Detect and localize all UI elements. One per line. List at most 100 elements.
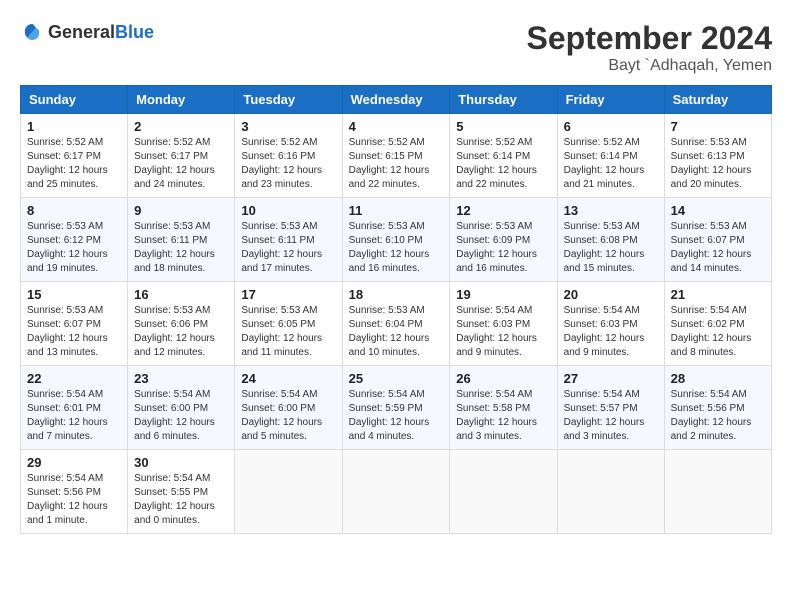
daylight-label: Daylight: 12 hours and 3 minutes. (564, 417, 645, 442)
day-number: 5 (456, 119, 550, 134)
sunset-label: Sunset: 6:05 PM (241, 319, 315, 330)
daylight-label: Daylight: 12 hours and 3 minutes. (456, 417, 537, 442)
daylight-label: Daylight: 12 hours and 20 minutes. (671, 165, 752, 190)
day-number: 3 (241, 119, 335, 134)
calendar-cell: 29 Sunrise: 5:54 AM Sunset: 5:56 PM Dayl… (21, 450, 128, 534)
day-number: 25 (349, 371, 444, 386)
sunset-label: Sunset: 6:06 PM (134, 319, 208, 330)
daylight-label: Daylight: 12 hours and 19 minutes. (27, 249, 108, 274)
sunrise-label: Sunrise: 5:52 AM (456, 137, 532, 148)
day-number: 2 (134, 119, 228, 134)
calendar-cell: 21 Sunrise: 5:54 AM Sunset: 6:02 PM Dayl… (664, 282, 771, 366)
daylight-label: Daylight: 12 hours and 25 minutes. (27, 165, 108, 190)
day-info: Sunrise: 5:52 AM Sunset: 6:14 PM Dayligh… (456, 136, 550, 192)
day-info: Sunrise: 5:53 AM Sunset: 6:11 PM Dayligh… (241, 220, 335, 276)
calendar-cell: 27 Sunrise: 5:54 AM Sunset: 5:57 PM Dayl… (557, 366, 664, 450)
sunrise-label: Sunrise: 5:54 AM (134, 389, 210, 400)
sunset-label: Sunset: 6:14 PM (456, 151, 530, 162)
day-number: 13 (564, 203, 658, 218)
sunrise-label: Sunrise: 5:53 AM (134, 221, 210, 232)
sunset-label: Sunset: 5:58 PM (456, 403, 530, 414)
day-info: Sunrise: 5:53 AM Sunset: 6:10 PM Dayligh… (349, 220, 444, 276)
day-info: Sunrise: 5:54 AM Sunset: 5:57 PM Dayligh… (564, 388, 658, 444)
day-number: 29 (27, 455, 121, 470)
day-info: Sunrise: 5:53 AM Sunset: 6:11 PM Dayligh… (134, 220, 228, 276)
day-number: 19 (456, 287, 550, 302)
sunset-label: Sunset: 6:08 PM (564, 235, 638, 246)
sunset-label: Sunset: 6:17 PM (134, 151, 208, 162)
daylight-label: Daylight: 12 hours and 12 minutes. (134, 333, 215, 358)
sunrise-label: Sunrise: 5:53 AM (349, 305, 425, 316)
calendar-cell: 18 Sunrise: 5:53 AM Sunset: 6:04 PM Dayl… (342, 282, 450, 366)
calendar-cell: 10 Sunrise: 5:53 AM Sunset: 6:11 PM Dayl… (235, 198, 342, 282)
month-title: September 2024 (527, 20, 772, 57)
sunrise-label: Sunrise: 5:53 AM (27, 305, 103, 316)
daylight-label: Daylight: 12 hours and 21 minutes. (564, 165, 645, 190)
sunset-label: Sunset: 6:07 PM (671, 235, 745, 246)
calendar-cell: 1 Sunrise: 5:52 AM Sunset: 6:17 PM Dayli… (21, 114, 128, 198)
calendar-table: SundayMondayTuesdayWednesdayThursdayFrid… (20, 85, 772, 534)
day-info: Sunrise: 5:53 AM Sunset: 6:12 PM Dayligh… (27, 220, 121, 276)
sunset-label: Sunset: 6:07 PM (27, 319, 101, 330)
calendar-cell: 19 Sunrise: 5:54 AM Sunset: 6:03 PM Dayl… (450, 282, 557, 366)
weekday-header: Wednesday (342, 86, 450, 114)
calendar-cell (235, 450, 342, 534)
logo-icon (20, 20, 44, 44)
daylight-label: Daylight: 12 hours and 16 minutes. (349, 249, 430, 274)
calendar-cell: 11 Sunrise: 5:53 AM Sunset: 6:10 PM Dayl… (342, 198, 450, 282)
day-info: Sunrise: 5:53 AM Sunset: 6:06 PM Dayligh… (134, 304, 228, 360)
sunrise-label: Sunrise: 5:53 AM (564, 221, 640, 232)
calendar-cell: 2 Sunrise: 5:52 AM Sunset: 6:17 PM Dayli… (128, 114, 235, 198)
day-info: Sunrise: 5:53 AM Sunset: 6:07 PM Dayligh… (27, 304, 121, 360)
day-info: Sunrise: 5:54 AM Sunset: 5:55 PM Dayligh… (134, 472, 228, 528)
day-info: Sunrise: 5:54 AM Sunset: 6:00 PM Dayligh… (241, 388, 335, 444)
sunrise-label: Sunrise: 5:54 AM (456, 389, 532, 400)
weekday-header: Saturday (664, 86, 771, 114)
sunrise-label: Sunrise: 5:52 AM (349, 137, 425, 148)
weekday-header: Sunday (21, 86, 128, 114)
day-info: Sunrise: 5:54 AM Sunset: 6:02 PM Dayligh… (671, 304, 765, 360)
sunrise-label: Sunrise: 5:54 AM (564, 305, 640, 316)
daylight-label: Daylight: 12 hours and 22 minutes. (456, 165, 537, 190)
sunrise-label: Sunrise: 5:54 AM (27, 473, 103, 484)
day-info: Sunrise: 5:52 AM Sunset: 6:17 PM Dayligh… (134, 136, 228, 192)
calendar-cell: 22 Sunrise: 5:54 AM Sunset: 6:01 PM Dayl… (21, 366, 128, 450)
calendar-cell (664, 450, 771, 534)
daylight-label: Daylight: 12 hours and 13 minutes. (27, 333, 108, 358)
day-number: 16 (134, 287, 228, 302)
sunrise-label: Sunrise: 5:52 AM (241, 137, 317, 148)
calendar-cell: 13 Sunrise: 5:53 AM Sunset: 6:08 PM Dayl… (557, 198, 664, 282)
sunrise-label: Sunrise: 5:53 AM (671, 221, 747, 232)
calendar-cell: 7 Sunrise: 5:53 AM Sunset: 6:13 PM Dayli… (664, 114, 771, 198)
calendar-cell: 12 Sunrise: 5:53 AM Sunset: 6:09 PM Dayl… (450, 198, 557, 282)
day-info: Sunrise: 5:53 AM Sunset: 6:13 PM Dayligh… (671, 136, 765, 192)
day-info: Sunrise: 5:52 AM Sunset: 6:16 PM Dayligh… (241, 136, 335, 192)
sunset-label: Sunset: 6:09 PM (456, 235, 530, 246)
day-info: Sunrise: 5:53 AM Sunset: 6:08 PM Dayligh… (564, 220, 658, 276)
sunrise-label: Sunrise: 5:53 AM (349, 221, 425, 232)
sunrise-label: Sunrise: 5:54 AM (671, 389, 747, 400)
daylight-label: Daylight: 12 hours and 1 minute. (27, 501, 108, 526)
calendar-cell: 23 Sunrise: 5:54 AM Sunset: 6:00 PM Dayl… (128, 366, 235, 450)
sunrise-label: Sunrise: 5:54 AM (241, 389, 317, 400)
day-number: 9 (134, 203, 228, 218)
calendar-cell: 28 Sunrise: 5:54 AM Sunset: 5:56 PM Dayl… (664, 366, 771, 450)
sunset-label: Sunset: 5:59 PM (349, 403, 423, 414)
daylight-label: Daylight: 12 hours and 23 minutes. (241, 165, 322, 190)
weekday-header: Monday (128, 86, 235, 114)
day-number: 1 (27, 119, 121, 134)
day-info: Sunrise: 5:53 AM Sunset: 6:04 PM Dayligh… (349, 304, 444, 360)
sunset-label: Sunset: 6:02 PM (671, 319, 745, 330)
day-info: Sunrise: 5:54 AM Sunset: 6:00 PM Dayligh… (134, 388, 228, 444)
day-number: 27 (564, 371, 658, 386)
sunset-label: Sunset: 5:57 PM (564, 403, 638, 414)
day-info: Sunrise: 5:54 AM Sunset: 5:58 PM Dayligh… (456, 388, 550, 444)
sunset-label: Sunset: 6:15 PM (349, 151, 423, 162)
calendar-cell: 20 Sunrise: 5:54 AM Sunset: 6:03 PM Dayl… (557, 282, 664, 366)
title-block: September 2024 Bayt `Adhaqah, Yemen (527, 20, 772, 75)
sunset-label: Sunset: 6:12 PM (27, 235, 101, 246)
day-info: Sunrise: 5:53 AM Sunset: 6:07 PM Dayligh… (671, 220, 765, 276)
sunset-label: Sunset: 6:14 PM (564, 151, 638, 162)
daylight-label: Daylight: 12 hours and 18 minutes. (134, 249, 215, 274)
sunset-label: Sunset: 6:11 PM (241, 235, 314, 246)
